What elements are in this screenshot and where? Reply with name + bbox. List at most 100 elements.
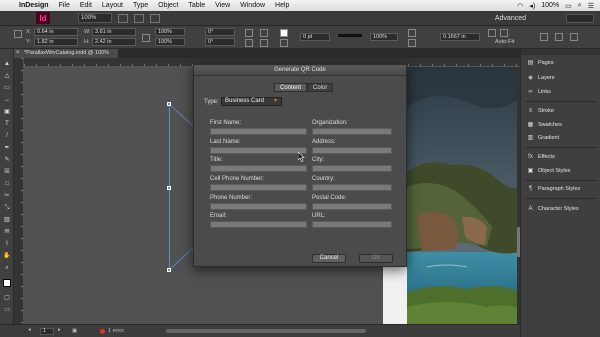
tab-content[interactable]: Content bbox=[274, 83, 308, 92]
text-wrap-icon[interactable] bbox=[540, 33, 548, 41]
fit-frame-icon[interactable] bbox=[500, 29, 508, 37]
height-field[interactable]: 2.42 in bbox=[92, 38, 136, 46]
shear-angle-field[interactable]: 0° bbox=[205, 38, 235, 46]
panel-effects[interactable]: fx Effects bbox=[527, 152, 555, 162]
view-mode-icon[interactable]: ▢ bbox=[3, 295, 11, 301]
city-field[interactable] bbox=[312, 165, 392, 172]
first-name-field[interactable] bbox=[210, 128, 307, 135]
menu-type[interactable]: Type bbox=[128, 2, 153, 9]
type-tool-icon[interactable]: T bbox=[3, 121, 11, 127]
fit-content-icon[interactable] bbox=[488, 29, 496, 37]
stroke-weight-field[interactable]: 0 pt bbox=[300, 33, 330, 41]
screen-mode-icon[interactable] bbox=[134, 13, 144, 23]
line-tool-icon[interactable]: / bbox=[3, 133, 11, 139]
rotation-angle-field[interactable]: 0° bbox=[205, 28, 235, 36]
panel-menu-icon[interactable] bbox=[570, 33, 578, 41]
direct-selection-tool-icon[interactable]: △ bbox=[3, 73, 11, 79]
arrange-documents-icon[interactable] bbox=[150, 13, 160, 23]
panel-swatches[interactable]: ▦ Swatches bbox=[527, 120, 562, 130]
select-container-icon[interactable] bbox=[260, 29, 268, 37]
scale-y-field[interactable]: 100% bbox=[155, 38, 185, 46]
panel-pages[interactable]: ▤ Pages bbox=[527, 58, 554, 68]
organization-field[interactable] bbox=[312, 128, 392, 135]
selection-handle-middle-left[interactable] bbox=[167, 186, 171, 190]
free-transform-tool-icon[interactable]: ⤡ bbox=[3, 205, 11, 211]
panel-layers[interactable]: ◈ Layers bbox=[527, 73, 554, 83]
cell-phone-field[interactable] bbox=[210, 184, 307, 191]
preflight-error-text[interactable]: 1 error bbox=[108, 328, 124, 334]
panel-paragraph-styles[interactable]: ¶ Paragraph Styles bbox=[527, 184, 580, 194]
auto-fit-checkbox[interactable]: Auto-Fit bbox=[495, 39, 514, 45]
next-page-icon[interactable]: ▸ bbox=[58, 327, 61, 333]
fill-swatch[interactable] bbox=[280, 29, 288, 37]
menu-help[interactable]: Help bbox=[270, 2, 294, 9]
opacity-field[interactable]: 100% bbox=[370, 33, 398, 41]
gap-tool-icon[interactable]: ↔ bbox=[3, 97, 11, 103]
dialog-title[interactable]: Generate QR Code bbox=[194, 65, 406, 76]
selection-handle-bottom-left[interactable] bbox=[167, 268, 171, 272]
pen-tool-icon[interactable]: ✒ bbox=[3, 145, 11, 151]
rectangle-tool-icon[interactable]: □ bbox=[3, 181, 11, 187]
first-page-icon[interactable]: ◂ bbox=[28, 327, 31, 333]
volume-icon[interactable]: ◂) bbox=[529, 2, 535, 10]
menu-window[interactable]: Window bbox=[235, 2, 270, 9]
horizontal-scrollbar[interactable] bbox=[166, 329, 366, 333]
type-dropdown[interactable]: Business Card ▼ bbox=[221, 97, 282, 106]
panel-character-styles[interactable]: A Character Styles bbox=[527, 204, 578, 214]
page-number-field[interactable]: 1 bbox=[40, 328, 54, 335]
rotate-icon[interactable] bbox=[245, 29, 253, 37]
menu-view[interactable]: View bbox=[210, 2, 235, 9]
stroke-type-preview[interactable] bbox=[338, 34, 362, 37]
notification-center-icon[interactable]: ☰ bbox=[588, 2, 594, 10]
selection-tool-icon[interactable]: ▲ bbox=[3, 61, 11, 67]
url-field[interactable] bbox=[312, 221, 392, 228]
reference-point-icon[interactable] bbox=[14, 30, 22, 38]
align-icon[interactable] bbox=[555, 33, 563, 41]
scissors-tool-icon[interactable]: ✂ bbox=[3, 193, 11, 199]
phone-field[interactable] bbox=[210, 203, 307, 210]
panel-dock-header[interactable] bbox=[521, 49, 600, 55]
postal-code-field[interactable] bbox=[312, 203, 392, 210]
view-options-icon[interactable] bbox=[118, 13, 128, 23]
effects-icon[interactable] bbox=[408, 39, 416, 47]
eyedropper-tool-icon[interactable]: ⌇ bbox=[3, 241, 11, 247]
x-position-field[interactable]: 0.64 in bbox=[34, 28, 78, 36]
stroke-swatch[interactable] bbox=[280, 39, 288, 47]
title-field[interactable] bbox=[210, 165, 307, 172]
close-icon[interactable]: × bbox=[16, 49, 20, 58]
menu-table[interactable]: Table bbox=[183, 2, 210, 9]
menu-edit[interactable]: Edit bbox=[75, 2, 97, 9]
workspace-switcher[interactable]: Advanced bbox=[495, 15, 526, 22]
menu-indesign[interactable]: InDesign bbox=[14, 2, 54, 9]
tab-color[interactable]: Color bbox=[307, 83, 334, 92]
rectangle-frame-tool-icon[interactable]: ☒ bbox=[3, 169, 11, 175]
width-field[interactable]: 3.61 in bbox=[92, 28, 136, 36]
note-tool-icon[interactable]: ✉ bbox=[3, 229, 11, 235]
zoom-tool-icon[interactable]: ⌕ bbox=[3, 265, 11, 271]
country-field[interactable] bbox=[312, 184, 392, 191]
zoom-level-field[interactable]: 100% bbox=[78, 13, 112, 23]
constrain-proportions-icon[interactable] bbox=[142, 34, 150, 42]
flip-icon[interactable] bbox=[245, 39, 253, 47]
fitting-offset-field[interactable]: 0.1667 in bbox=[440, 33, 480, 41]
screen-mode-icon[interactable]: ▭ bbox=[3, 307, 11, 313]
menu-object[interactable]: Object bbox=[153, 2, 183, 9]
pencil-tool-icon[interactable]: ✎ bbox=[3, 157, 11, 163]
coastal-landscape-photo[interactable] bbox=[407, 67, 520, 324]
hand-tool-icon[interactable]: ✋ bbox=[3, 253, 11, 259]
gradient-tool-icon[interactable]: ▥ bbox=[3, 217, 11, 223]
preflight-status[interactable]: ▣ bbox=[72, 328, 77, 334]
wifi-icon[interactable]: ◠ bbox=[517, 2, 523, 10]
cancel-button[interactable]: Cancel bbox=[312, 254, 346, 263]
menu-file[interactable]: File bbox=[54, 2, 75, 9]
panel-links[interactable]: ∞ Links bbox=[527, 87, 550, 97]
battery-icon[interactable]: ▭ bbox=[565, 2, 572, 10]
content-collector-icon[interactable]: ▣ bbox=[3, 109, 11, 115]
last-name-field[interactable] bbox=[210, 147, 307, 154]
email-field[interactable] bbox=[210, 221, 307, 228]
panel-gradient[interactable]: ▥ Gradient bbox=[527, 133, 559, 143]
ok-button[interactable]: OK bbox=[359, 254, 393, 263]
page-tool-icon[interactable]: ▭ bbox=[3, 85, 11, 91]
drop-shadow-icon[interactable] bbox=[408, 29, 416, 37]
panel-object-styles[interactable]: ▣ Object Styles bbox=[527, 166, 571, 176]
